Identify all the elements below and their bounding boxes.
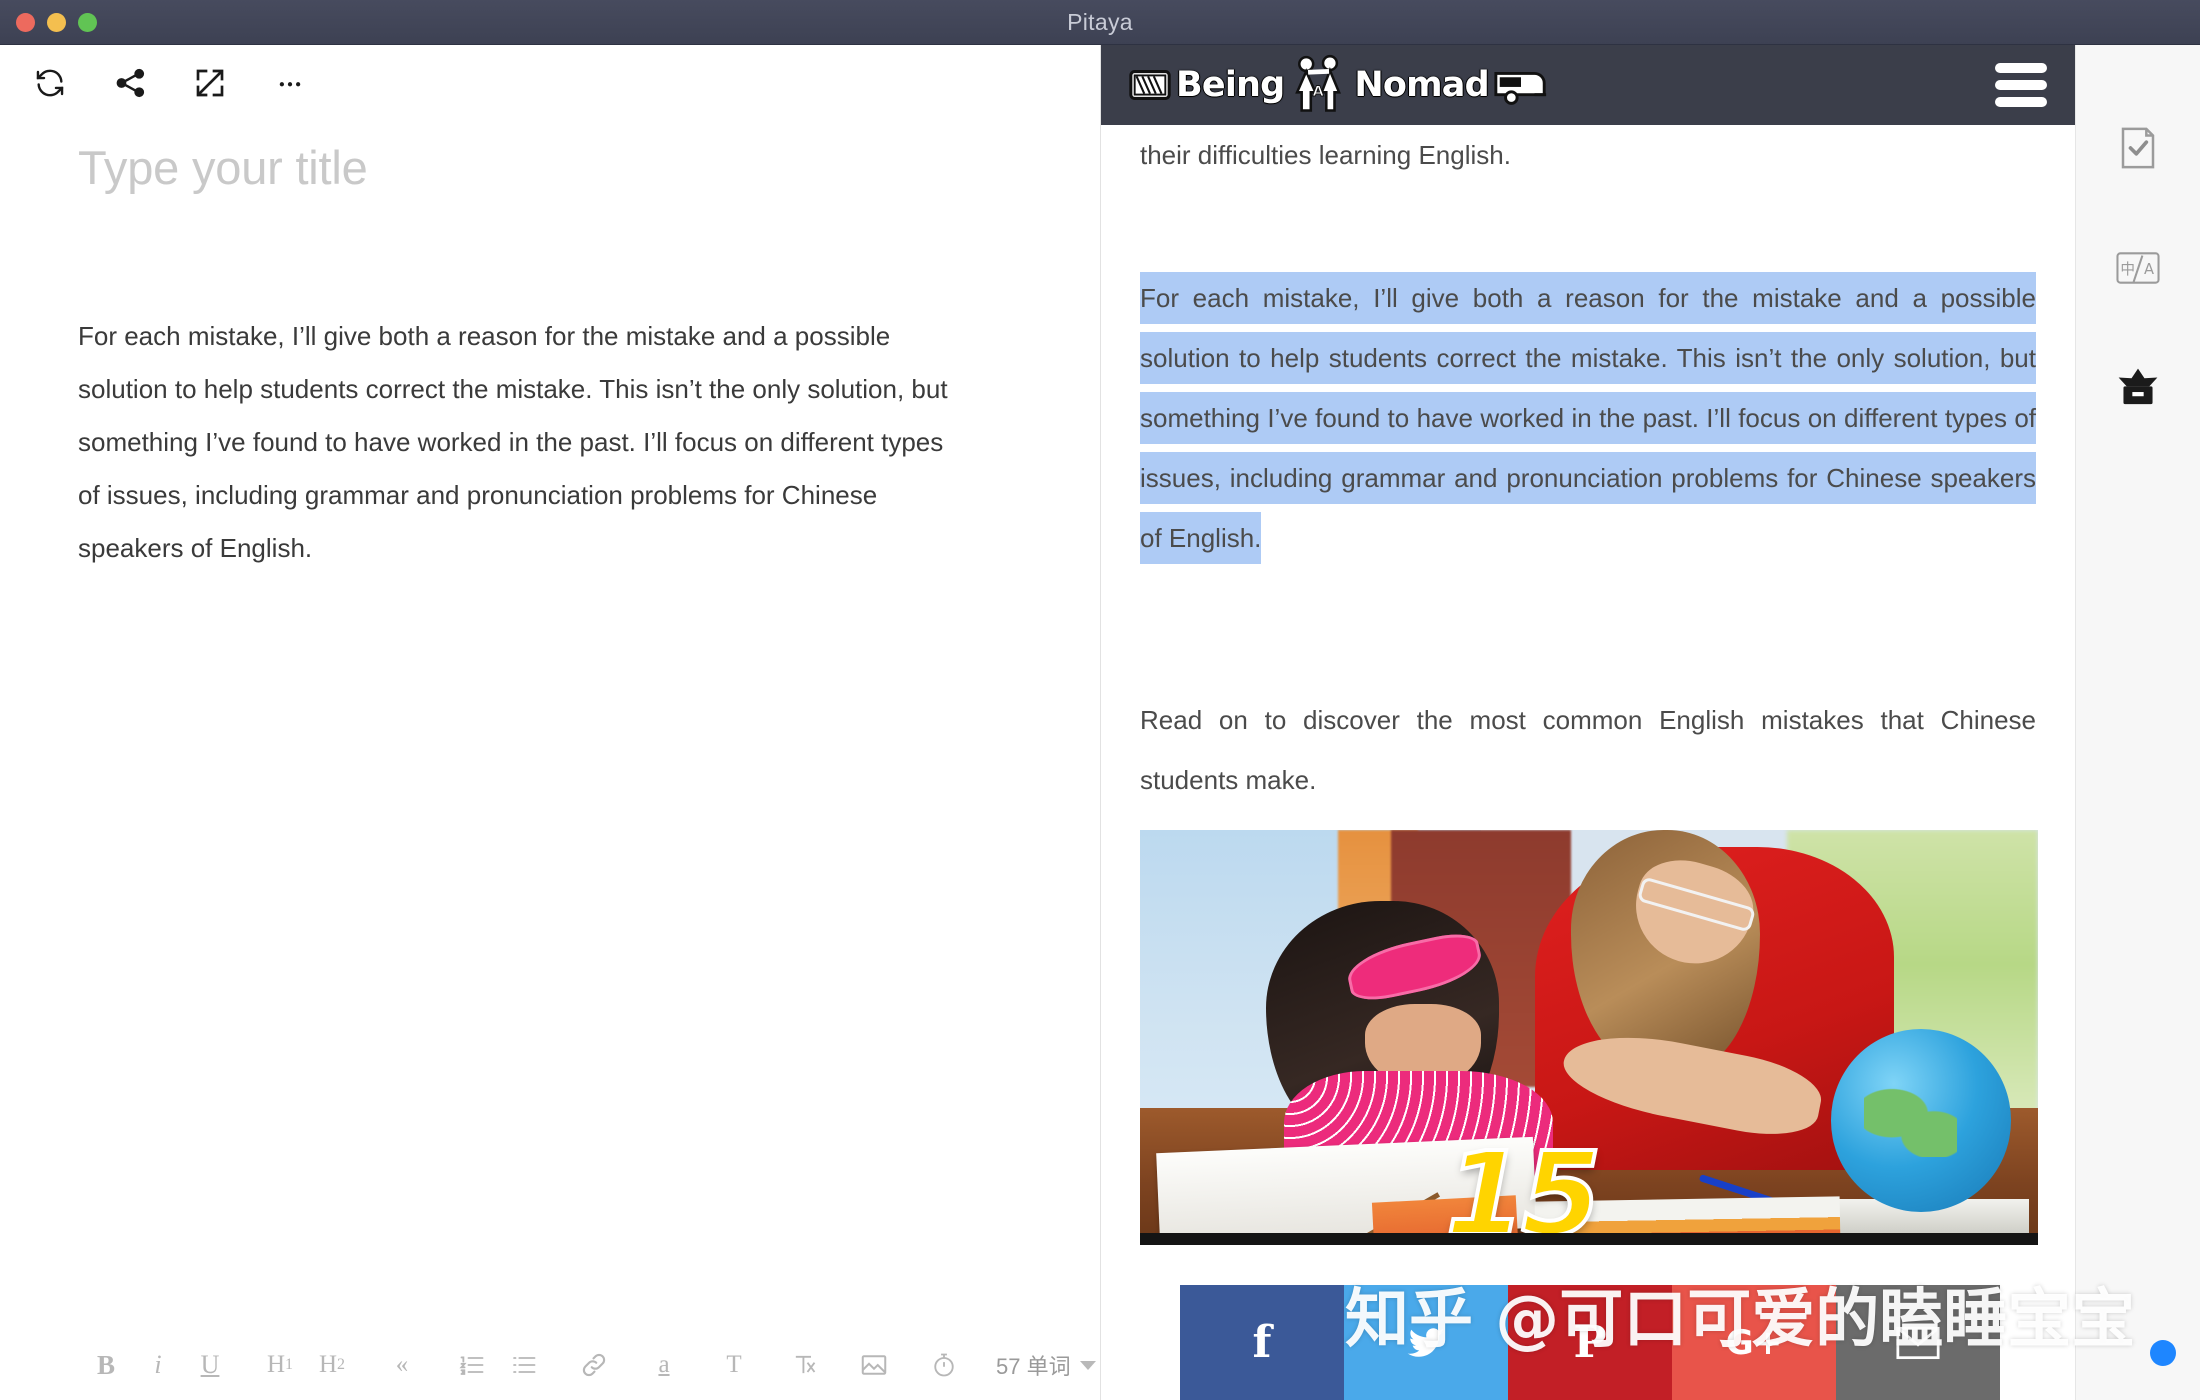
pinterest-icon: P — [1573, 1317, 1607, 1368]
suitcase-icon — [1129, 70, 1171, 100]
googleplus-icon: G+ — [1725, 1322, 1783, 1363]
word-count-label: 57 单词 — [996, 1354, 1071, 1379]
window-minimize-button[interactable] — [47, 13, 66, 32]
timer-icon[interactable] — [918, 1341, 970, 1389]
social-share-bar: f P G+ — [1180, 1285, 2000, 1400]
text-style-icon[interactable]: T — [708, 1341, 760, 1389]
chevron-down-icon — [1079, 1360, 1096, 1370]
twitter-icon — [1407, 1327, 1445, 1357]
document-body-editor[interactable]: For each mistake, I’ll give both a reaso… — [78, 310, 958, 575]
blockquote-button[interactable]: « — [376, 1341, 428, 1389]
figure-bottom-bar — [1140, 1233, 2038, 1245]
preview-paragraph-2-selected: For each mistake, I’ll give both a reaso… — [1140, 268, 2036, 568]
hamburger-bar-3 — [1995, 97, 2047, 107]
editor-format-toolbar: B i U H1 H2 « a T 57 单词 — [0, 1330, 1100, 1400]
italic-button[interactable]: i — [132, 1341, 184, 1389]
clear-format-icon[interactable] — [778, 1341, 830, 1389]
app-window: Pitaya Type your title For each mistake,… — [0, 0, 2200, 1400]
right-sidebar: 中 A — [2075, 45, 2200, 1400]
unordered-list-icon[interactable] — [498, 1341, 550, 1389]
image-icon[interactable] — [848, 1341, 900, 1389]
underline-button[interactable]: U — [184, 1341, 236, 1389]
watermark-badge-icon — [2150, 1340, 2176, 1366]
word-count-selector[interactable]: 57 单词 — [996, 1349, 1096, 1381]
heading2-button[interactable]: H2 — [306, 1341, 358, 1389]
more-icon[interactable] — [270, 63, 310, 103]
window-titlebar: Pitaya — [0, 0, 2200, 45]
svg-text:A: A — [2144, 261, 2154, 278]
photo-illustration: 15 — [1140, 830, 2038, 1245]
site-logo[interactable]: Being A Nomad — [1127, 54, 1550, 115]
ordered-list-icon[interactable] — [446, 1341, 498, 1389]
archive-icon[interactable] — [2110, 360, 2166, 416]
logo-text-nomad: Nomad — [1354, 65, 1489, 105]
tutoring-photo: 15 — [1140, 830, 2038, 1245]
email-share-button[interactable] — [1836, 1285, 2000, 1400]
heading1-sub: 1 — [285, 1356, 294, 1373]
heading2-sub: 2 — [337, 1356, 346, 1373]
share-icon[interactable] — [110, 63, 150, 103]
hamburger-menu-icon[interactable] — [1995, 63, 2047, 107]
window-maximize-button[interactable] — [78, 13, 97, 32]
heading2-label: H — [318, 1351, 338, 1378]
envelope-icon — [1896, 1326, 1940, 1359]
pinterest-share-button[interactable]: P — [1508, 1285, 1672, 1400]
photo-number-overlay: 15 — [1443, 1126, 1603, 1245]
facebook-share-button[interactable]: f — [1180, 1285, 1344, 1400]
preview-paragraph-3: Read on to discover the most common Engl… — [1140, 705, 2036, 795]
link-icon[interactable] — [568, 1341, 620, 1389]
photo-globe — [1831, 1029, 2012, 1212]
editor-pane: Type your title For each mistake, I’ll g… — [0, 45, 1100, 1400]
window-close-button[interactable] — [16, 13, 35, 32]
facebook-icon: f — [1252, 1317, 1272, 1368]
heading1-label: H — [266, 1351, 286, 1378]
bold-button[interactable]: B — [80, 1341, 132, 1389]
document-title-input[interactable]: Type your title — [78, 140, 1028, 195]
sync-icon[interactable] — [30, 63, 70, 103]
svg-text:中: 中 — [2120, 261, 2135, 278]
two-people-icon: A — [1295, 54, 1342, 112]
editor-top-toolbar — [0, 45, 1100, 120]
site-header-bar: Being A Nomad — [1101, 45, 2075, 125]
googleplus-share-button[interactable]: G+ — [1672, 1285, 1836, 1400]
caravan-icon — [1494, 71, 1547, 105]
hamburger-bar-2 — [1995, 80, 2047, 90]
fullscreen-icon[interactable] — [190, 63, 230, 103]
svg-text:A: A — [1313, 83, 1325, 100]
traffic-lights — [16, 0, 97, 45]
window-title: Pitaya — [1067, 8, 1133, 35]
hamburger-bar-1 — [1995, 63, 2047, 73]
twitter-share-button[interactable] — [1344, 1285, 1508, 1400]
translate-icon[interactable]: 中 A — [2110, 240, 2166, 296]
proofread-icon[interactable] — [2110, 120, 2166, 176]
preview-pane: …to Chinese students. But students can u… — [1101, 45, 2075, 1400]
highlight-icon[interactable]: a — [638, 1341, 690, 1389]
heading1-button[interactable]: H1 — [254, 1341, 306, 1389]
logo-text-being: Being — [1176, 65, 1285, 105]
selected-text: For each mistake, I’ll give both a reaso… — [1140, 272, 2036, 564]
